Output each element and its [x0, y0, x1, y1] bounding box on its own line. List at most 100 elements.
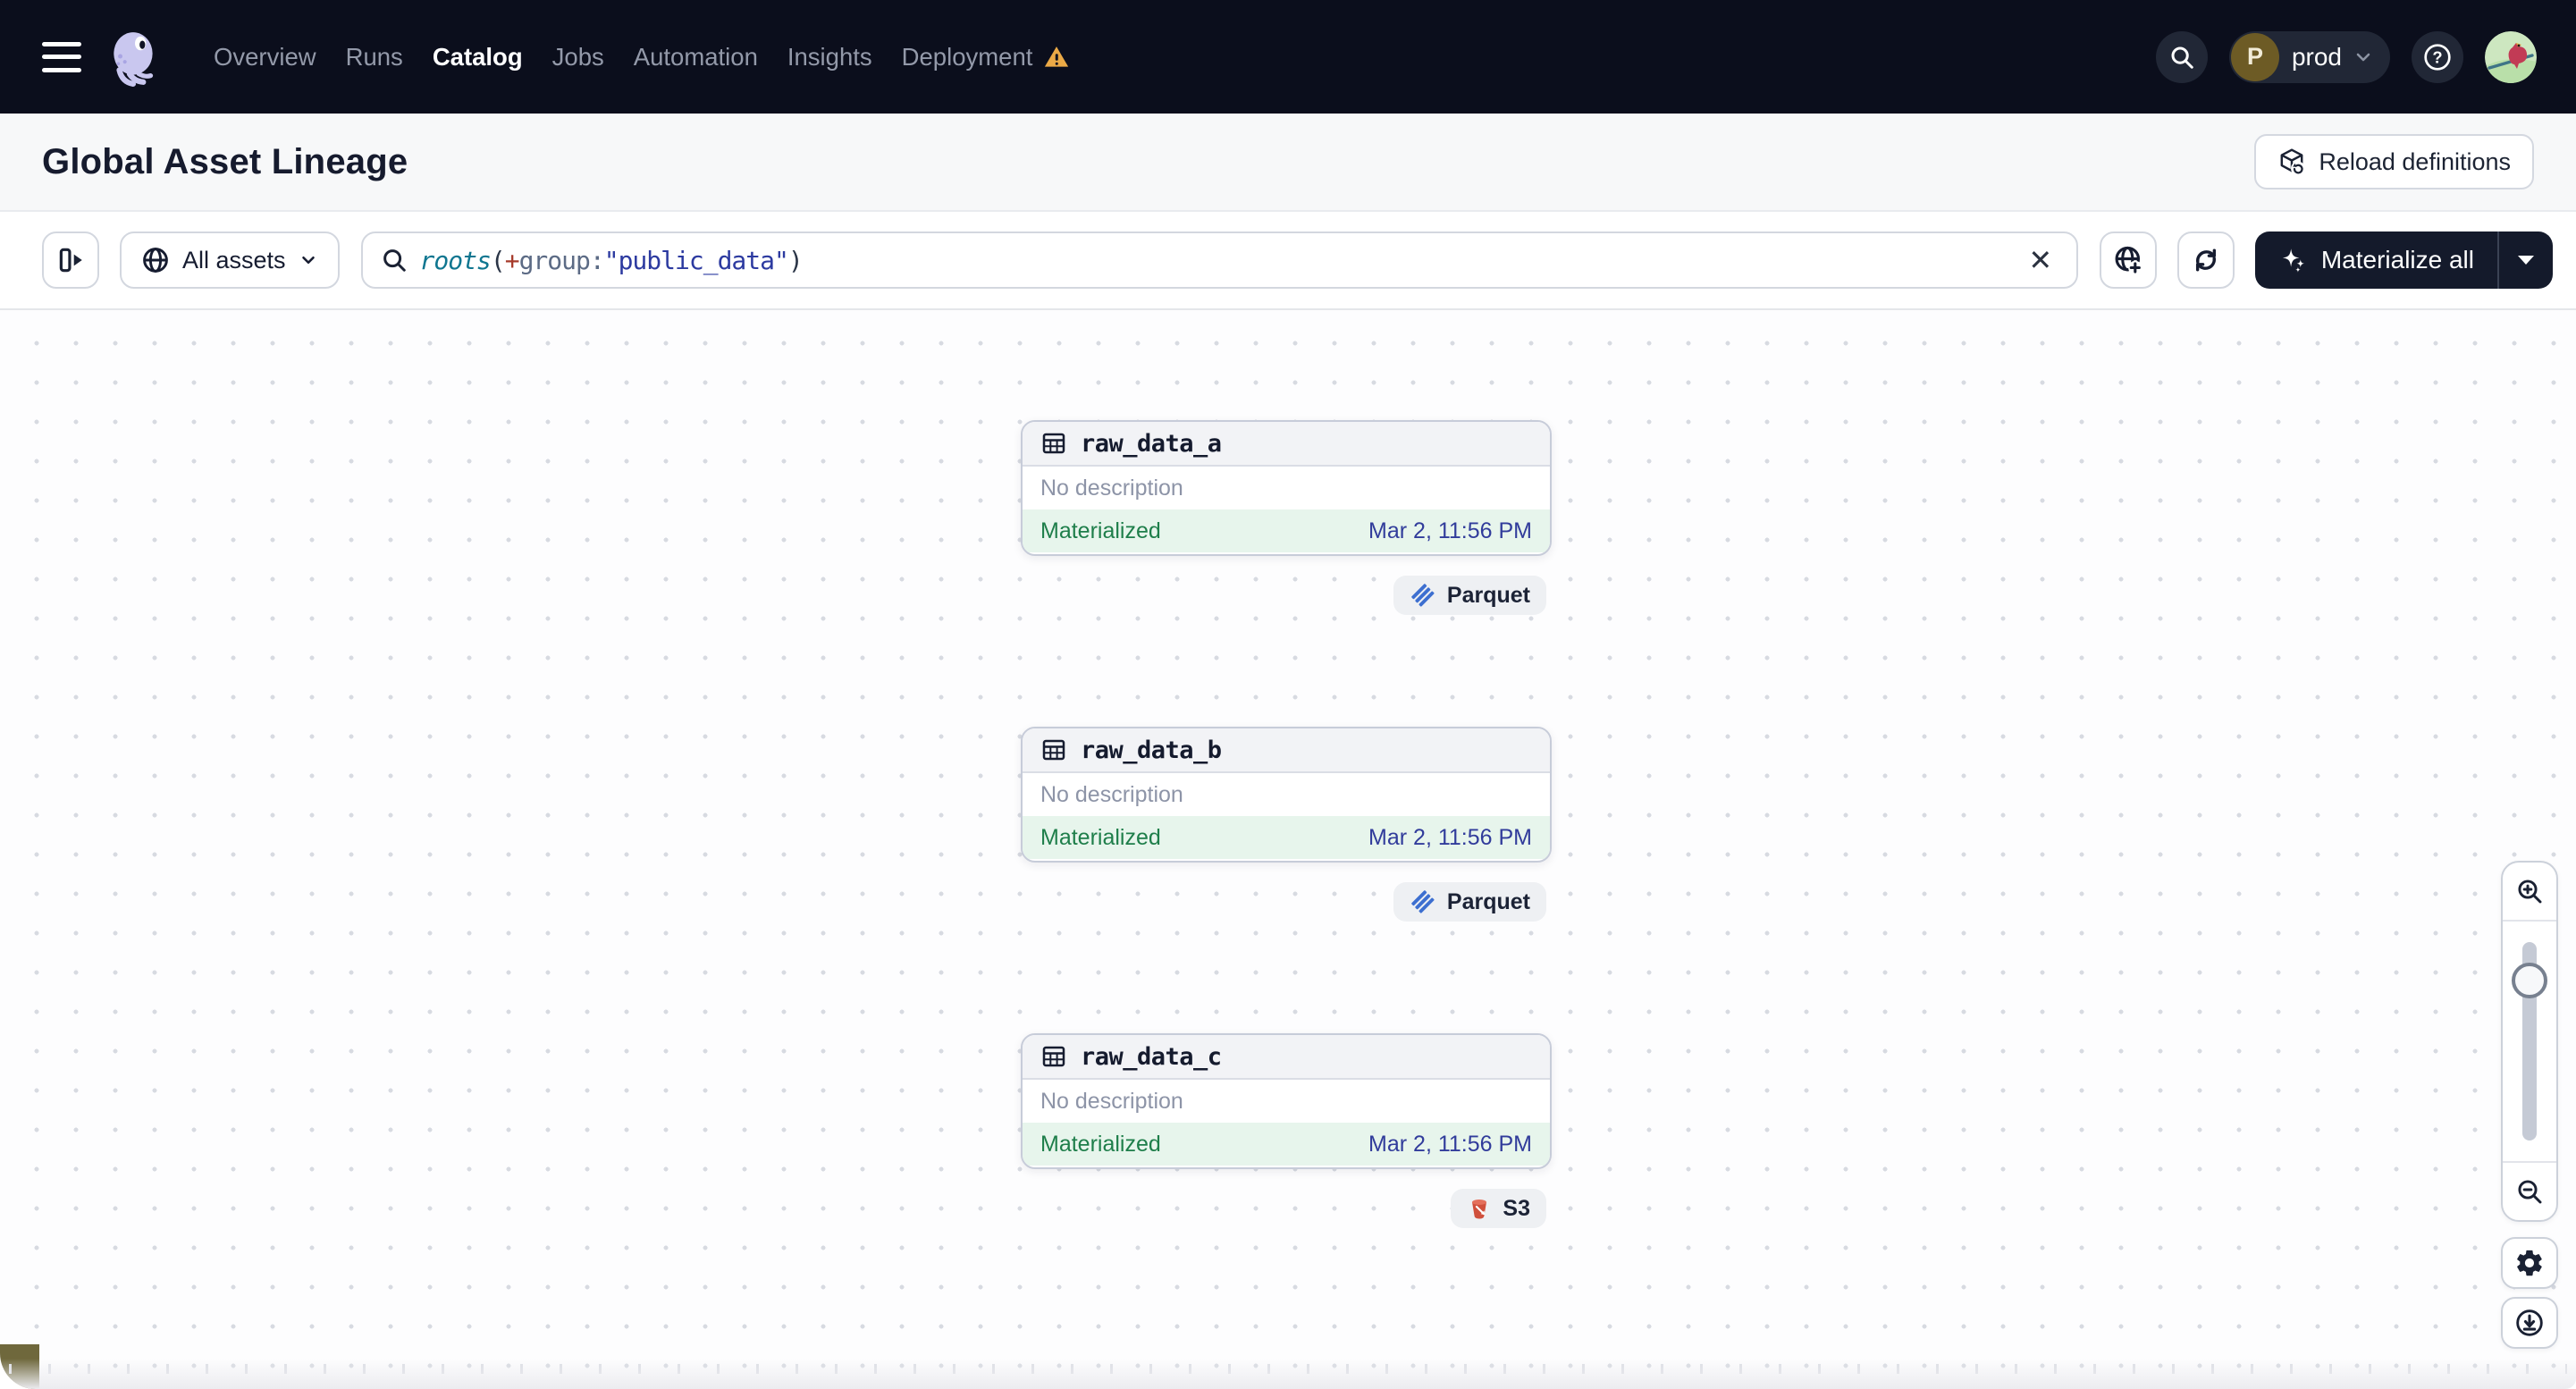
open-panel-button[interactable] [42, 232, 99, 289]
kind-tag-label: S3 [1503, 1195, 1530, 1221]
zoom-in-button[interactable] [2503, 863, 2556, 920]
materialization-timestamp[interactable]: Mar 2, 11:56 PM [1368, 825, 1532, 851]
asset-status-row: Materialized Mar 2, 11:56 PM [1023, 509, 1550, 552]
asset-filter-label: All assets [182, 246, 286, 274]
nav-items: Overview Runs Catalog Jobs Automation In… [214, 43, 1070, 72]
search-icon [2171, 46, 2193, 69]
download-icon [2516, 1309, 2543, 1336]
table-icon [1042, 739, 1065, 761]
chevron-down-icon [301, 256, 315, 265]
query-paren-open: ( [490, 245, 506, 275]
user-avatar[interactable] [2485, 30, 2537, 83]
parquet-icon [1411, 890, 1435, 913]
gear-icon [2517, 1250, 2542, 1276]
asset-status-row: Materialized Mar 2, 11:56 PM [1023, 816, 1550, 859]
zoom-in-icon [2518, 880, 2542, 904]
asset-description: No description [1040, 781, 1183, 807]
zoom-out-icon [2518, 1180, 2542, 1204]
lineage-canvas[interactable]: raw_data_a No description Materialized M… [0, 310, 2576, 1389]
asset-card-header: raw_data_c [1023, 1035, 1550, 1080]
help-button[interactable]: ? [2412, 30, 2463, 83]
query-function: roots [419, 245, 492, 275]
bottom-tick-row [9, 1364, 2567, 1374]
search-input[interactable]: roots(+group:"public_data") ✕ [360, 232, 2078, 289]
asset-tag-row: S3 [1021, 1189, 1552, 1228]
query-value: "public_data" [603, 245, 789, 275]
corner-accent [0, 1344, 39, 1389]
nav-item-overview[interactable]: Overview [214, 43, 316, 72]
asset-tag-row: Parquet [1021, 882, 1552, 922]
search-button[interactable] [2155, 30, 2208, 83]
download-image-button[interactable] [2501, 1297, 2558, 1349]
asset-node-raw-data-c[interactable]: raw_data_c No description Materialized M… [1021, 1033, 1552, 1169]
avatar-bird-image [2485, 30, 2537, 83]
question-icon: ? [2424, 43, 2451, 71]
status-badge: Materialized [1040, 824, 1161, 850]
materialize-all-label: Materialize all [2320, 246, 2474, 274]
kind-tag-label: Parquet [1446, 888, 1530, 914]
globe-icon [143, 248, 168, 273]
page-title: Global Asset Lineage [42, 141, 408, 181]
asset-name: raw_data_c [1081, 1042, 1222, 1071]
materialize-all-button[interactable]: Materialize all [2255, 232, 2497, 289]
refresh-button[interactable] [2176, 232, 2235, 289]
asset-card-header: raw_data_a [1023, 422, 1550, 467]
deployment-switcher[interactable]: P prod [2228, 30, 2390, 83]
kind-tag-parquet[interactable]: Parquet [1393, 882, 1546, 922]
clear-search-button[interactable]: ✕ [2021, 240, 2060, 280]
asset-node-raw-data-a[interactable]: raw_data_a No description Materialized M… [1021, 420, 1552, 556]
query-attribute: group: [518, 245, 605, 275]
zoom-controls-panel [2501, 861, 2558, 1222]
materialization-timestamp[interactable]: Mar 2, 11:56 PM [1368, 518, 1532, 544]
bottom-fade [0, 1359, 2576, 1389]
zoom-out-button[interactable] [2503, 1163, 2556, 1220]
reload-cube-icon [2280, 148, 2306, 176]
search-query: roots(+group:"public_data") [419, 245, 804, 275]
nav-item-automation[interactable]: Automation [634, 43, 758, 72]
dagster-logo[interactable] [105, 25, 164, 89]
deployment-initial-badge: P [2230, 32, 2279, 81]
top-navbar: Overview Runs Catalog Jobs Automation In… [0, 0, 2576, 114]
asset-filter-dropdown[interactable]: All assets [120, 232, 340, 289]
nav-item-catalog[interactable]: Catalog [433, 43, 523, 72]
materialization-timestamp[interactable]: Mar 2, 11:56 PM [1368, 1132, 1532, 1158]
page-header: Global Asset Lineage Reload definitions [0, 114, 2576, 212]
search-icon [383, 249, 406, 272]
svg-text:?: ? [2432, 47, 2442, 66]
reload-definitions-label: Reload definitions [2319, 147, 2511, 175]
kind-tag-parquet[interactable]: Parquet [1393, 576, 1546, 615]
parquet-icon [1411, 584, 1435, 607]
lineage-toolbar: All assets roots(+group:"public_data") ✕ [0, 212, 2576, 310]
menu-icon[interactable] [42, 41, 81, 72]
materialize-all-split-button: Materialize all [2254, 232, 2553, 289]
reload-definitions-button[interactable]: Reload definitions [2254, 134, 2534, 189]
nav-item-deployment[interactable]: Deployment [902, 43, 1071, 72]
view-full-graph-button[interactable] [2099, 232, 2157, 289]
nav-item-insights[interactable]: Insights [787, 43, 872, 72]
asset-card-header: raw_data_b [1023, 728, 1550, 773]
refresh-icon [2195, 248, 2216, 272]
status-badge: Materialized [1040, 1131, 1161, 1157]
table-icon [1042, 1046, 1065, 1067]
sparkles-icon [2282, 248, 2304, 273]
panel-expand-icon [59, 248, 82, 273]
asset-description: No description [1040, 1088, 1183, 1114]
status-badge: Materialized [1040, 518, 1161, 543]
asset-node-raw-data-b[interactable]: raw_data_b No description Materialized M… [1021, 727, 1552, 863]
kind-tag-s3[interactable]: S3 [1451, 1189, 1546, 1228]
graph-settings-button[interactable] [2501, 1237, 2558, 1289]
caret-down-icon [2518, 256, 2534, 265]
asset-node-group: raw_data_b No description Materialized M… [1021, 727, 1552, 922]
nav-item-runs[interactable]: Runs [346, 43, 403, 72]
app-window: Overview Runs Catalog Jobs Automation In… [0, 0, 2576, 1389]
zoom-slider-thumb[interactable] [2512, 963, 2547, 998]
asset-description: No description [1040, 475, 1183, 501]
nav-item-jobs[interactable]: Jobs [552, 43, 604, 72]
asset-node-group: raw_data_c No description Materialized M… [1021, 1033, 1552, 1228]
query-plus: + [504, 245, 520, 275]
asset-node-group: raw_data_a No description Materialized M… [1021, 420, 1552, 615]
zoom-slider[interactable] [2503, 922, 2556, 1161]
materialize-options-button[interactable] [2497, 232, 2553, 289]
asset-status-row: Materialized Mar 2, 11:56 PM [1023, 1123, 1550, 1166]
warning-icon [1045, 46, 1069, 67]
